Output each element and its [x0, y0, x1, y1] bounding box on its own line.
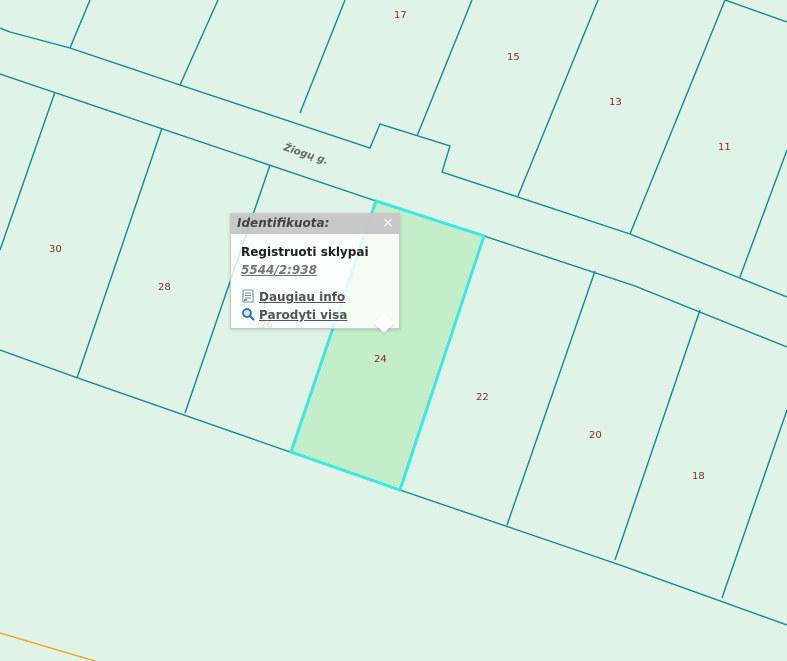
document-icon [242, 289, 254, 303]
show-all-link[interactable]: Parodyti visa [241, 307, 347, 322]
show-all-label: Parodyti visa [259, 308, 348, 322]
popup-header: Identifikuota: × [231, 214, 399, 234]
plot-number-28: 28 [158, 282, 171, 293]
plot-number-15: 15 [507, 52, 520, 63]
plot-number-20: 20 [589, 430, 602, 441]
close-icon[interactable]: × [380, 215, 396, 231]
plot-number-30: 30 [49, 244, 62, 255]
popup-header-title: Identifikuota: [237, 216, 330, 230]
plot-number-18: 18 [692, 471, 705, 482]
popup-title: Registruoti sklypai [241, 245, 369, 259]
plot-number-22: 22 [476, 392, 489, 403]
magnifier-icon [242, 308, 255, 321]
plot-number-17: 17 [394, 10, 407, 21]
plot-number-11: 11 [718, 142, 731, 153]
identify-popup: Identifikuota: × Registruoti sklypai 554… [230, 213, 400, 329]
plot-number-13: 13 [609, 97, 622, 108]
parcel-id-link[interactable]: 5544/2:938 [241, 263, 317, 277]
more-info-link[interactable]: Daugiau info [241, 289, 345, 304]
more-info-label: Daugiau info [259, 290, 346, 304]
plot-number-24: 24 [374, 354, 387, 365]
cadastral-map[interactable]: Žiogų g. 17 15 13 11 30 28 26 24 22 20 1… [0, 0, 787, 661]
